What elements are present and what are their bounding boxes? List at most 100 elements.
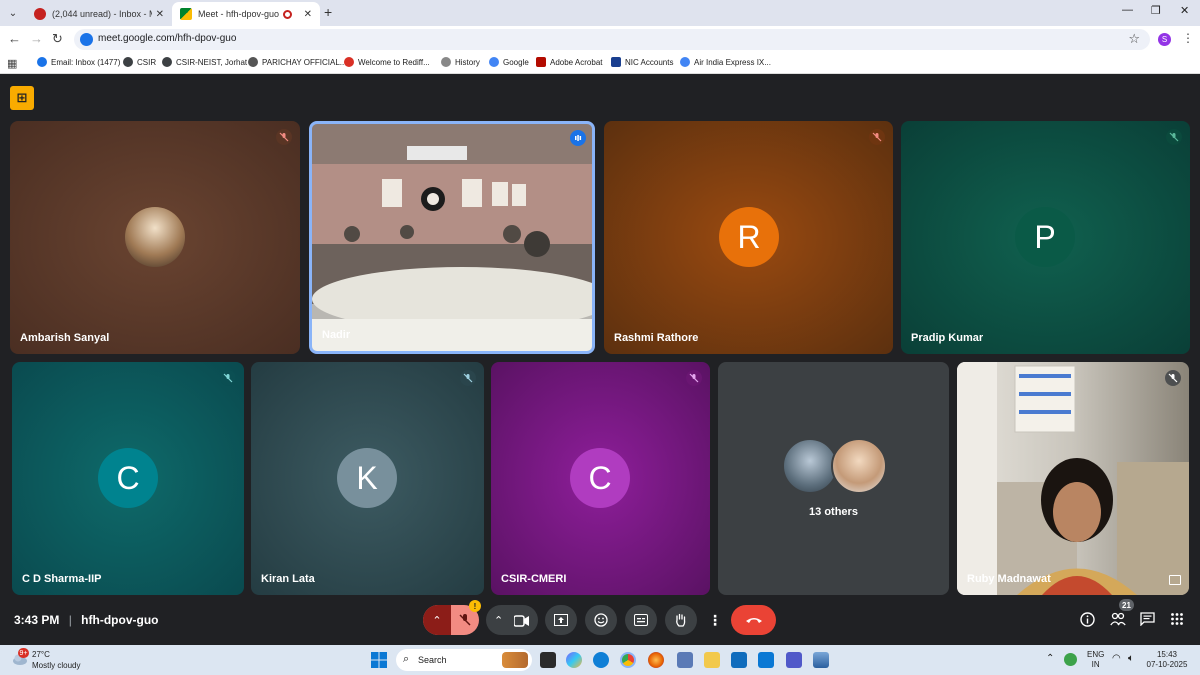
meeting-code: hfh-dpov-guo: [81, 613, 159, 627]
participant-tile[interactable]: P Pradip Kumar: [901, 121, 1190, 354]
apps-grid-icon[interactable]: ▦: [7, 57, 17, 70]
participant-name: Pradip Kumar: [911, 332, 984, 344]
start-windows-icon[interactable]: [371, 652, 387, 668]
chevron-up-icon[interactable]: ⌃: [423, 605, 451, 635]
bookmarks-bar: ▦ Email: Inbox (1477) CSIR CSIR-NEIST, J…: [0, 52, 1200, 74]
camera-toggle-button[interactable]: ⌃: [486, 605, 538, 635]
nic-icon: [611, 57, 621, 67]
wifi-icon[interactable]: ◠: [1112, 654, 1121, 664]
meeting-info-icon[interactable]: [1080, 612, 1095, 630]
chrome-menu-icon[interactable]: ⋮: [1182, 31, 1194, 45]
tray-app-icon[interactable]: [1064, 653, 1077, 666]
bookmark-google[interactable]: Google: [489, 57, 529, 67]
close-tab-icon[interactable]: ✕: [156, 9, 164, 20]
bookmark-nic[interactable]: NIC Accounts: [611, 57, 673, 67]
back-icon[interactable]: ←: [8, 31, 21, 46]
more-options-icon[interactable]: ⋮: [705, 605, 725, 635]
taskbar-search-input[interactable]: ⌕ Search: [396, 649, 532, 671]
bookmark-label: CSIR-NEIST, Jorhat: [176, 57, 248, 67]
meet-favicon-icon: [180, 8, 192, 20]
url-input[interactable]: meet.google.com/hfh-dpov-guo ☆: [74, 29, 1150, 50]
url-text: meet.google.com/hfh-dpov-guo: [98, 33, 237, 44]
search-highlight-icon: [502, 652, 528, 668]
leave-call-button[interactable]: [731, 605, 776, 635]
participant-tile[interactable]: C CSIR-CMERI: [491, 362, 710, 595]
minimize-icon[interactable]: —: [1122, 4, 1133, 16]
reactions-button[interactable]: [585, 605, 617, 635]
bookmark-history[interactable]: History: [441, 57, 480, 67]
clock[interactable]: 15:43 07-10-2025: [1146, 650, 1188, 670]
pin-icon[interactable]: [1169, 575, 1181, 585]
warning-icon: !: [469, 600, 481, 612]
emoji-icon: [594, 613, 608, 627]
globe-icon: [248, 57, 258, 67]
participant-tile[interactable]: K Kiran Lata: [251, 362, 484, 595]
captions-icon: [634, 614, 648, 626]
tab-title: Meet - hfh-dpov-guo: [198, 9, 280, 19]
mic-toggle-button[interactable]: ⌃ !: [423, 600, 481, 635]
chat-icon[interactable]: [1140, 612, 1155, 629]
raise-hand-button[interactable]: [665, 605, 697, 635]
edge-icon[interactable]: [593, 652, 609, 668]
mic-off-icon: [686, 370, 702, 386]
profile-avatar[interactable]: S: [1158, 33, 1171, 46]
app-icon[interactable]: [813, 652, 829, 668]
app-icon[interactable]: [677, 652, 693, 668]
chevron-up-icon[interactable]: ⌃: [1046, 654, 1054, 664]
site-info-icon[interactable]: [80, 33, 93, 46]
bookmark-label: Adobe Acrobat: [550, 57, 603, 67]
tab-search-icon[interactable]: ⌄: [4, 4, 22, 22]
participant-tile[interactable]: C C D Sharma-IIP: [12, 362, 244, 595]
bookmark-acrobat[interactable]: Adobe Acrobat: [536, 57, 602, 67]
tab-meet[interactable]: Meet - hfh-dpov-guo ✕: [172, 2, 320, 26]
participant-name: Ruby Madnawat: [967, 573, 1051, 585]
mic-off-icon: [869, 129, 885, 145]
search-icon: ⌕: [403, 653, 410, 665]
tab-mail[interactable]: (2,044 unread) - Inbox - Mail (h... ✕: [26, 2, 172, 26]
forward-icon[interactable]: →: [30, 31, 43, 46]
chevron-up-icon[interactable]: ⌃: [494, 614, 503, 627]
language-indicator[interactable]: ENG IN: [1087, 650, 1104, 670]
reload-icon[interactable]: ↻: [52, 31, 63, 47]
firefox-icon[interactable]: [648, 652, 664, 668]
close-tab-icon[interactable]: ✕: [304, 9, 312, 20]
bookmark-air-india[interactable]: Air India Express IX...: [680, 57, 771, 67]
meeting-details-icon[interactable]: ⊞: [10, 86, 34, 110]
mic-off-icon: [1166, 129, 1182, 145]
bookmark-star-icon[interactable]: ☆: [1128, 31, 1140, 47]
bookmark-label: Welcome to Rediff...: [358, 57, 430, 67]
bookmark-csir[interactable]: CSIR: [123, 57, 156, 67]
volume-icon[interactable]: 🔈︎: [1128, 654, 1134, 664]
task-view-icon[interactable]: [540, 652, 556, 668]
region-code: IN: [1091, 660, 1100, 669]
weather-badge: 9+: [18, 648, 29, 658]
teams-icon[interactable]: [786, 652, 802, 668]
bookmark-rediff[interactable]: Welcome to Rediff...: [344, 57, 430, 67]
activities-icon[interactable]: [1170, 612, 1184, 629]
chrome-icon[interactable]: [620, 652, 636, 668]
meeting-time: 3:43 PM: [14, 613, 60, 627]
history-icon: [441, 57, 451, 67]
present-button[interactable]: [545, 605, 577, 635]
acrobat-icon: [536, 57, 546, 67]
new-tab-icon[interactable]: +: [324, 4, 332, 20]
others-tile[interactable]: 13 others: [718, 362, 949, 595]
google-icon: [489, 57, 499, 67]
store-icon[interactable]: [731, 652, 747, 668]
mic-off-icon: [1165, 370, 1181, 386]
bookmark-parichay[interactable]: PARICHAY OFFICIAL...: [248, 57, 346, 67]
participant-tile[interactable]: Ruby Madnawat: [957, 362, 1189, 595]
bookmark-label: NIC Accounts: [625, 57, 674, 67]
bookmark-email[interactable]: Email: Inbox (1477): [37, 57, 120, 67]
app-icon[interactable]: [758, 652, 774, 668]
bookmark-csir-neist[interactable]: CSIR-NEIST, Jorhat: [162, 57, 247, 67]
copilot-icon[interactable]: [566, 652, 582, 668]
participant-tile[interactable]: R Rashmi Rathore: [604, 121, 893, 354]
close-window-icon[interactable]: ✕: [1180, 4, 1189, 17]
participant-tile[interactable]: Nadir: [309, 121, 595, 354]
file-explorer-icon[interactable]: [704, 652, 720, 668]
maximize-icon[interactable]: ❐: [1151, 4, 1161, 17]
captions-button[interactable]: [625, 605, 657, 635]
people-icon[interactable]: [1110, 612, 1126, 629]
participant-tile[interactable]: Ambarish Sanyal: [10, 121, 300, 354]
